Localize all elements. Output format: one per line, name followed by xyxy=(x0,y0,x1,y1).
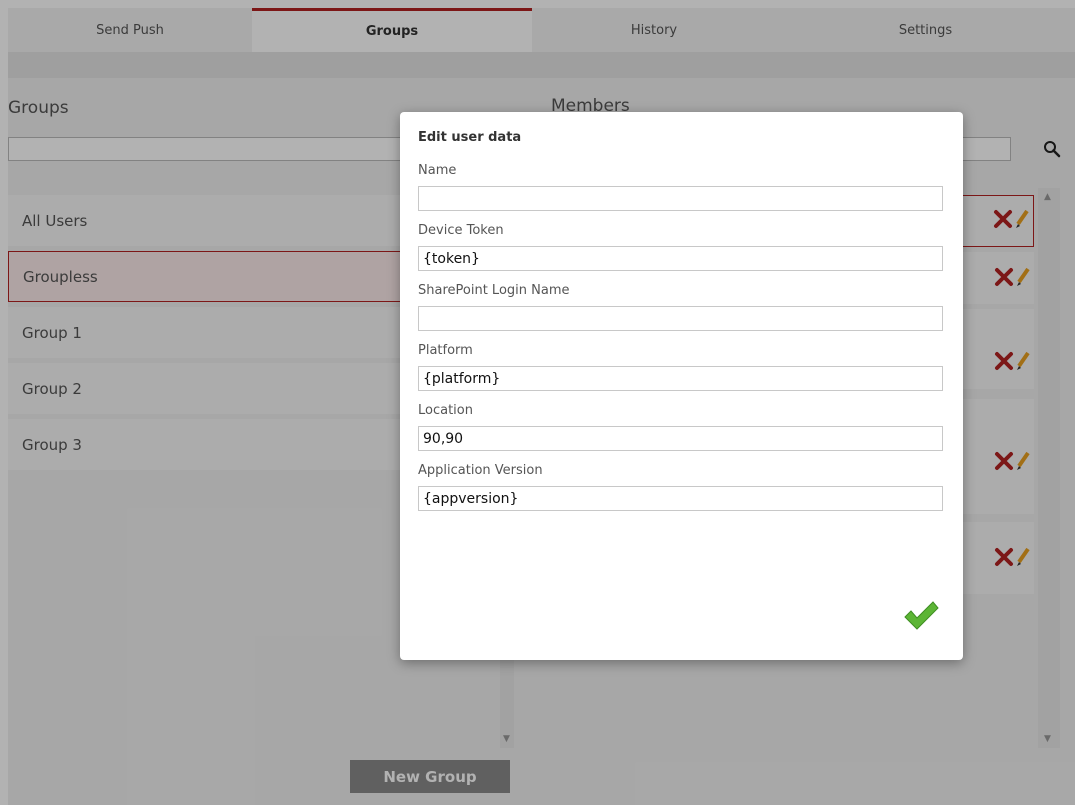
location-label: Location xyxy=(418,403,473,418)
platform-label: Platform xyxy=(418,343,473,358)
name-label: Name xyxy=(418,163,457,178)
dialog-title: Edit user data xyxy=(418,130,522,145)
sharepoint-login-label: SharePoint Login Name xyxy=(418,283,570,298)
app-version-label: Application Version xyxy=(418,463,543,478)
edit-user-dialog: Edit user data Name Device Token SharePo… xyxy=(400,112,963,660)
name-field[interactable] xyxy=(418,186,943,211)
sharepoint-login-field[interactable] xyxy=(418,306,943,331)
location-field[interactable] xyxy=(418,426,943,451)
platform-field[interactable] xyxy=(418,366,943,391)
app-version-field[interactable] xyxy=(418,486,943,511)
device-token-field[interactable] xyxy=(418,246,943,271)
green-checkmark-icon[interactable] xyxy=(903,600,939,632)
device-token-label: Device Token xyxy=(418,223,504,238)
